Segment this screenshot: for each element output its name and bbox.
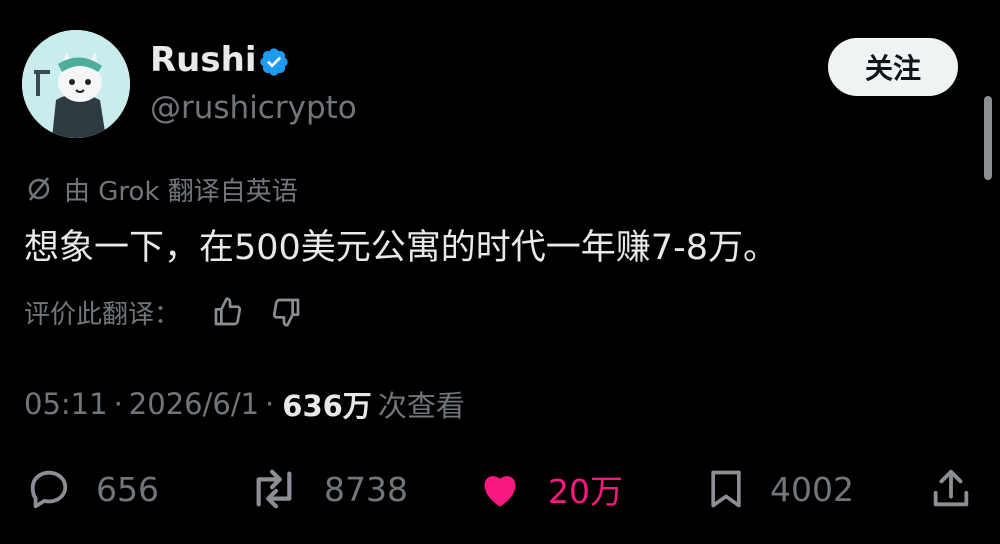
views-label: 次查看 bbox=[377, 389, 465, 423]
reply-icon bbox=[30, 470, 68, 509]
thumbs-down-button[interactable] bbox=[268, 294, 304, 330]
verified-badge-icon bbox=[260, 48, 288, 76]
reply-count: 656 bbox=[96, 469, 159, 509]
meta-separator: · bbox=[113, 387, 123, 421]
bookmark-icon bbox=[711, 470, 741, 508]
meta-separator: · bbox=[265, 387, 275, 421]
translate-icon bbox=[28, 177, 50, 201]
thumbs-up-button[interactable] bbox=[210, 294, 246, 330]
bookmark-button[interactable]: 4002 bbox=[704, 466, 854, 512]
retweet-icon bbox=[256, 469, 292, 509]
avatar-cat-illustration bbox=[22, 30, 130, 138]
avatar[interactable] bbox=[22, 30, 130, 138]
tweet-meta: 05:11 · 2026/6/1 · 636万 次查看 bbox=[24, 384, 465, 424]
rate-translation: 评价此翻译： bbox=[24, 294, 304, 330]
retweet-button[interactable]: 8738 bbox=[246, 466, 408, 512]
heart-icon bbox=[484, 476, 516, 507]
share-button[interactable] bbox=[928, 466, 996, 512]
translation-label: 由 Grok 翻译自英语 bbox=[64, 176, 298, 207]
like-count: 20万 bbox=[548, 472, 623, 511]
tweet-time[interactable]: 05:11 bbox=[24, 387, 108, 421]
author-handle[interactable]: @rushicrypto bbox=[150, 88, 357, 128]
tweet-text: 想象一下，在500美元公寓的时代一年赚7-8万。 bbox=[24, 228, 778, 268]
views-count: 636万 bbox=[282, 389, 372, 423]
retweet-count: 8738 bbox=[324, 469, 408, 509]
thumbs-down-icon bbox=[272, 298, 300, 327]
reply-button[interactable]: 656 bbox=[24, 466, 159, 512]
like-button[interactable]: 20万 bbox=[474, 466, 623, 512]
rate-translation-label: 评价此翻译： bbox=[24, 299, 181, 330]
thumbs-up-icon bbox=[214, 297, 242, 326]
translation-notice: 由 Grok 翻译自英语 bbox=[24, 171, 298, 207]
bookmark-count: 4002 bbox=[770, 469, 854, 509]
share-icon bbox=[933, 469, 969, 507]
author-name[interactable]: Rushi bbox=[150, 40, 256, 80]
scrollbar-thumb[interactable] bbox=[984, 96, 992, 180]
tweet-date[interactable]: 2026/6/1 bbox=[129, 387, 259, 421]
follow-button[interactable]: 关注 bbox=[828, 38, 958, 96]
